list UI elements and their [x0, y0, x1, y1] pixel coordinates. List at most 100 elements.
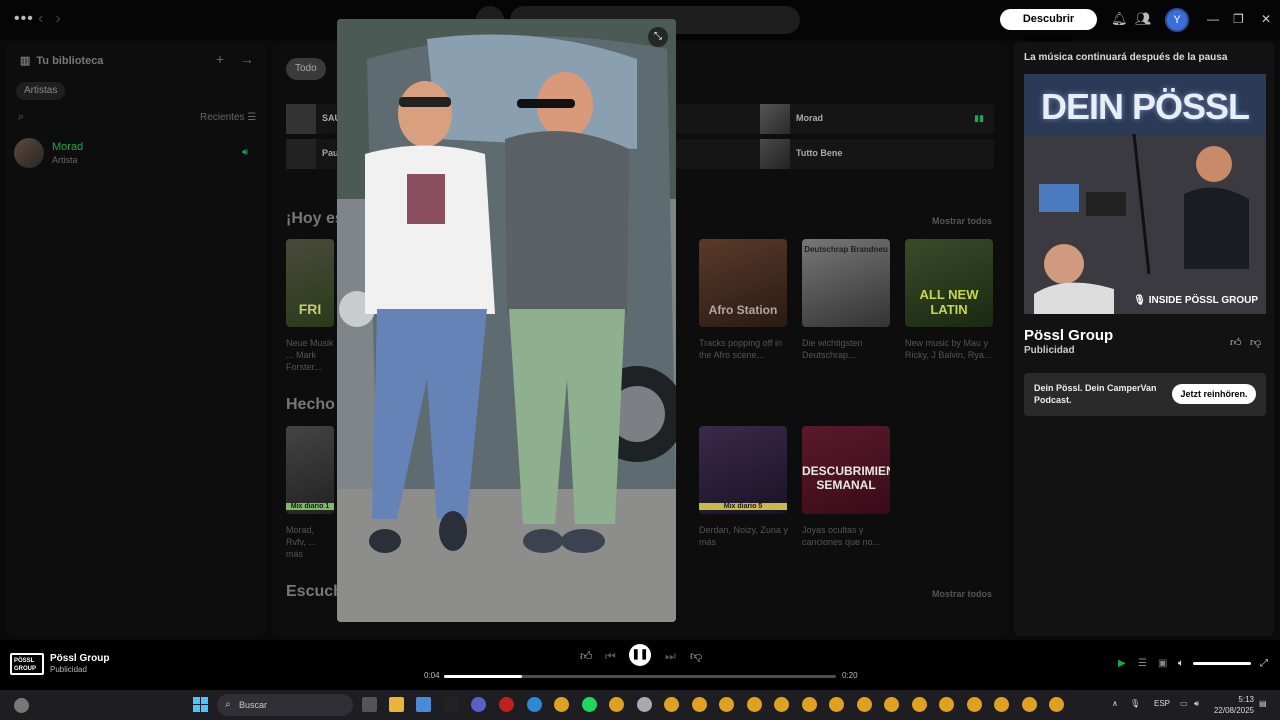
playlist-description: Joyas ocultas y canciones que no... — [802, 525, 881, 547]
teams-icon[interactable] — [471, 697, 486, 712]
playlist-card[interactable]: DESCUBRIMIENTO SEMANAL Joyas ocultas y c… — [802, 426, 892, 548]
player-bar: PÖSSL GROUP Pössl Group Publicidad 👍︎ ⏮︎… — [0, 640, 1280, 690]
expand-arrow-icon[interactable]: → — [240, 51, 254, 67]
library-item[interactable]: Morad Artista 🔊︎ — [14, 138, 260, 168]
back-arrow-icon[interactable]: ‹ — [38, 10, 43, 27]
fullscreen-icon[interactable]: ⤢ — [1260, 658, 1268, 669]
filter-chip-artists[interactable]: Artistas — [16, 82, 66, 100]
bell-icon[interactable]: 🔔︎ — [1111, 11, 1128, 27]
playlist-card[interactable]: FRI Neue Musik ... Mark Forster... — [286, 239, 334, 373]
chrome-icon[interactable] — [829, 697, 844, 712]
minimize-icon[interactable]: — — [1207, 12, 1219, 26]
chrome-icon[interactable] — [554, 697, 569, 712]
playlist-card[interactable]: Afro Station Tracks popping off in the A… — [699, 239, 789, 361]
premium-button[interactable]: Descubrir Premium — [1000, 9, 1097, 46]
microphone-icon[interactable]: 🎙︎ — [1130, 699, 1140, 708]
quick-item[interactable]: Morad ▮▮ — [676, 104, 994, 134]
library-title[interactable]: ▥ Tu biblioteca — [20, 54, 103, 67]
artist-name[interactable]: Pössl Group — [1024, 327, 1113, 344]
quick-item[interactable]: Pau — [286, 139, 339, 169]
chrome-icon[interactable] — [884, 697, 899, 712]
chrome-icon[interactable] — [774, 697, 789, 712]
video-ad-player[interactable]: ⤡ — [337, 19, 676, 622]
listen-now-button[interactable]: Jetzt reinhören. — [1172, 384, 1256, 404]
chrome-icon[interactable] — [664, 697, 679, 712]
filter-chip-all[interactable]: Todo — [286, 58, 326, 80]
clock[interactable]: 5:13 22/08/2025 — [1212, 694, 1254, 716]
chrome-icon[interactable] — [939, 697, 954, 712]
chrome-icon[interactable] — [747, 697, 762, 712]
equalizer-icon: ▮▮ — [974, 113, 984, 123]
playlist-cover: Afro Station — [699, 239, 787, 327]
file-explorer-icon[interactable] — [389, 697, 404, 712]
more-dots-icon[interactable]: ••• — [14, 10, 34, 28]
chrome-icon[interactable] — [1049, 697, 1064, 712]
progress-bar[interactable] — [444, 675, 836, 678]
ad-logo[interactable]: PÖSSL GROUP — [10, 653, 44, 675]
spotify-icon[interactable] — [582, 697, 597, 712]
playlist-card[interactable]: Mix diario 5 Derdan, Noizy, Zuna y más — [699, 426, 789, 548]
playlist-card[interactable]: Deutschrap Brandneu Die wichtigsten Deut… — [802, 239, 892, 361]
notifications-icon[interactable]: ▤ — [1259, 699, 1267, 708]
network-icon[interactable]: ▭ — [1180, 699, 1188, 708]
video-frame-image — [337, 19, 676, 622]
playlist-card[interactable]: ALL NEW LATIN New music by Mau y Ricky, … — [905, 239, 995, 361]
chrome-icon[interactable] — [719, 697, 734, 712]
speaker-icon[interactable]: 🔊︎ — [1194, 699, 1199, 709]
show-all-link[interactable]: Mostrar todos — [932, 589, 992, 599]
playlist-description: Derdan, Noizy, Zuna y más — [699, 525, 788, 547]
chrome-icon[interactable] — [802, 697, 817, 712]
quick-item[interactable]: SAU — [286, 104, 341, 134]
forward-arrow-icon[interactable]: › — [55, 10, 60, 27]
mic-icon: 🎙︎ — [1133, 295, 1146, 306]
widgets-icon[interactable] — [14, 698, 29, 713]
volume-slider[interactable] — [1193, 662, 1251, 665]
chrome-icon[interactable] — [692, 697, 707, 712]
thumbs-down-icon[interactable]: 👎︎ — [690, 649, 702, 664]
task-view-icon[interactable] — [362, 697, 377, 712]
progress-fill — [444, 675, 523, 678]
tray-chevron-icon[interactable]: ∧ — [1112, 699, 1118, 708]
now-playing-panel: La música continuará después de la pausa… — [1014, 42, 1274, 636]
sort-dropdown[interactable]: Recientes ☰ — [200, 112, 256, 123]
chrome-icon[interactable] — [967, 697, 982, 712]
volume-icon[interactable]: 🔈︎ — [1178, 658, 1184, 669]
app-icon[interactable] — [637, 697, 652, 712]
previous-icon[interactable]: ⏮︎ — [605, 649, 616, 664]
store-icon[interactable] — [416, 697, 431, 712]
chrome-icon[interactable] — [609, 697, 624, 712]
edge-icon[interactable] — [527, 697, 542, 712]
collapse-icon[interactable]: ⤡ — [648, 27, 668, 47]
pause-button[interactable]: ❚❚ — [629, 644, 651, 666]
app-icon[interactable] — [499, 697, 514, 712]
windows-start-icon[interactable] — [193, 697, 209, 713]
chrome-icon[interactable] — [1022, 697, 1037, 712]
chrome-icon[interactable] — [994, 697, 1009, 712]
now-playing-view-icon[interactable]: ▶︎ — [1118, 658, 1126, 669]
thumbs-up-icon[interactable]: 👍︎ — [1230, 336, 1242, 349]
close-icon[interactable]: ✕ — [1261, 12, 1271, 26]
thumbs-up-icon[interactable]: 👍︎ — [580, 649, 593, 664]
connect-device-icon[interactable]: ▣ — [1158, 658, 1167, 669]
friends-activity-icon[interactable]: 👥︎ — [1135, 11, 1152, 27]
avatar[interactable]: Y — [1165, 8, 1189, 32]
playlist-cover: Mix diario 1 — [286, 426, 334, 514]
next-icon[interactable]: ⏭︎ — [665, 649, 676, 664]
section-title[interactable]: ¡Hoy es — [286, 210, 344, 228]
playlist-card[interactable]: Mix diario 1 Morad, Rvfv, ... más — [286, 426, 334, 560]
app-icon[interactable] — [444, 697, 459, 712]
search-icon[interactable]: ⌕ — [18, 111, 24, 124]
language-indicator[interactable]: ESP — [1154, 699, 1170, 708]
taskbar-search[interactable]: ⌕ Buscar — [217, 694, 353, 716]
ad-cover-image[interactable]: DEIN PÖSSL 🎙︎ INSIDE PÖSSL GROUP — [1024, 74, 1266, 314]
chrome-icon[interactable] — [912, 697, 927, 712]
quick-item[interactable]: Tutto Bene — [676, 139, 994, 169]
maximize-icon[interactable]: ❐ — [1233, 12, 1244, 26]
quick-item-image — [286, 139, 316, 169]
show-all-link[interactable]: Mostrar todos — [932, 216, 992, 226]
track-title[interactable]: Pössl Group — [50, 653, 109, 664]
add-icon[interactable]: + — [216, 51, 224, 67]
queue-icon[interactable]: ☰ — [1138, 658, 1147, 669]
chrome-icon[interactable] — [857, 697, 872, 712]
thumbs-down-icon[interactable]: 👎︎ — [1250, 336, 1261, 349]
